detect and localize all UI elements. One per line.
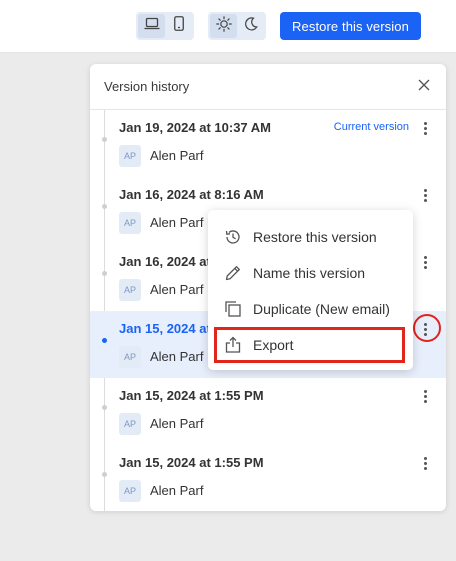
menu-item-label: Name this version bbox=[253, 265, 366, 281]
duplicate-icon bbox=[223, 299, 243, 319]
menu-item-label: Restore this version bbox=[253, 229, 377, 245]
device-toggle bbox=[136, 12, 194, 40]
more-options-button[interactable] bbox=[418, 186, 432, 204]
author-name: Alen Parf bbox=[150, 148, 204, 163]
close-button[interactable] bbox=[414, 77, 434, 97]
annotation-highlight-box bbox=[214, 327, 405, 363]
version-date: Jan 15, 2024 at 1:55 PM bbox=[119, 455, 264, 470]
more-options-button[interactable] bbox=[418, 387, 432, 405]
more-options-button[interactable] bbox=[418, 119, 432, 137]
avatar: AP bbox=[119, 480, 141, 502]
close-icon bbox=[418, 78, 430, 96]
panel-header: Version history bbox=[90, 64, 446, 110]
restore-version-button[interactable]: Restore this version bbox=[280, 12, 421, 40]
timeline-dot bbox=[102, 137, 107, 142]
timeline-dot bbox=[102, 472, 107, 477]
moon-icon bbox=[244, 16, 258, 36]
author-name: Alen Parf bbox=[150, 483, 204, 498]
version-entry[interactable]: Jan 15, 2024 at 1:55 PM AP Alen Parf bbox=[90, 445, 446, 511]
menu-item-restore[interactable]: Restore this version bbox=[208, 219, 413, 255]
menu-item-duplicate[interactable]: Duplicate (New email) bbox=[208, 291, 413, 327]
timeline-dot bbox=[102, 271, 107, 276]
version-entry[interactable]: Jan 15, 2024 at 1:55 PM AP Alen Parf bbox=[90, 378, 446, 445]
top-bar: Restore this version bbox=[0, 0, 456, 53]
author-name: Alen Parf bbox=[150, 282, 204, 297]
author-name: Alen Parf bbox=[150, 349, 204, 364]
avatar: AP bbox=[119, 212, 141, 234]
timeline-dot bbox=[102, 204, 107, 209]
version-date: Jan 19, 2024 at 10:37 AM bbox=[119, 120, 271, 135]
author-name: Alen Parf bbox=[150, 215, 204, 230]
avatar: AP bbox=[119, 145, 141, 167]
desktop-view-button[interactable] bbox=[138, 14, 165, 38]
version-entry[interactable]: Jan 19, 2024 at 10:37 AM Current version… bbox=[90, 110, 446, 177]
more-options-button[interactable] bbox=[418, 454, 432, 472]
avatar: AP bbox=[119, 279, 141, 301]
author-name: Alen Parf bbox=[150, 416, 204, 431]
avatar: AP bbox=[119, 346, 141, 368]
sun-icon bbox=[215, 15, 232, 37]
laptop-icon bbox=[144, 17, 160, 35]
version-date: Jan 16, 2024 at 8:16 AM bbox=[119, 187, 264, 202]
panel-title: Version history bbox=[104, 79, 190, 94]
current-version-label: Current version bbox=[333, 121, 409, 133]
menu-item-name[interactable]: Name this version bbox=[208, 255, 413, 291]
mobile-view-button[interactable] bbox=[165, 14, 192, 38]
version-date: Jan 15, 2024 at 1:55 PM bbox=[119, 388, 264, 403]
pencil-icon bbox=[223, 263, 243, 283]
menu-item-label: Duplicate (New email) bbox=[253, 301, 390, 317]
annotation-circle bbox=[413, 314, 441, 342]
more-options-button[interactable] bbox=[418, 253, 432, 271]
restore-icon bbox=[223, 227, 243, 247]
avatar: AP bbox=[119, 413, 141, 435]
light-theme-button[interactable] bbox=[210, 14, 237, 38]
dark-theme-button[interactable] bbox=[237, 14, 264, 38]
theme-toggle bbox=[208, 12, 266, 40]
phone-icon bbox=[173, 16, 184, 36]
timeline-dot bbox=[102, 338, 107, 343]
timeline-dot bbox=[102, 405, 107, 410]
